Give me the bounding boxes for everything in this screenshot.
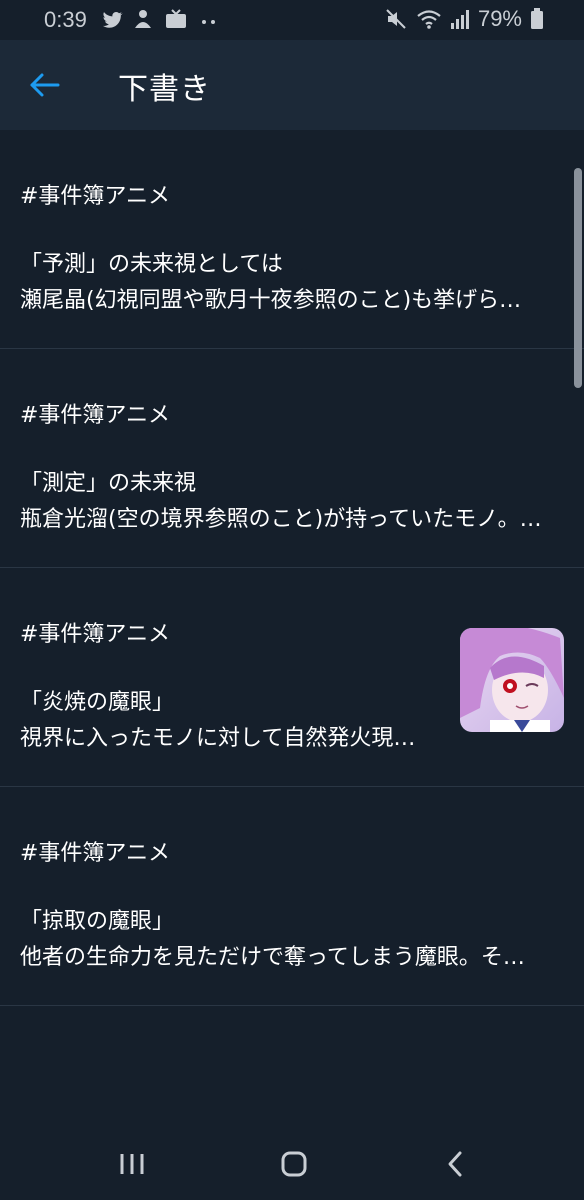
status-right-group: 79% xyxy=(384,6,544,32)
scrollbar[interactable] xyxy=(574,168,582,388)
draft-item[interactable]: #事件簿アニメ 「測定」の未来視 瓶倉光溜(空の境界参照のこと)が持っていたモノ… xyxy=(0,349,584,568)
draft-hashtag: #事件簿アニメ xyxy=(20,184,170,209)
system-nav-bar xyxy=(0,1128,584,1200)
draft-line-2: 瓶倉光溜(空の境界参照のこと)が持っていたモノ。… xyxy=(20,507,542,532)
battery-percent: 79% xyxy=(477,6,522,31)
draft-line-1: 「予測」の未来視としては xyxy=(20,252,283,277)
draft-hashtag: #事件簿アニメ xyxy=(20,622,170,647)
home-icon[interactable] xyxy=(274,1146,314,1182)
wifi-icon xyxy=(417,10,441,29)
draft-line-1: 「掠取の魔眼」 xyxy=(20,909,175,934)
battery-icon xyxy=(531,8,543,29)
draft-line-1: 「炎焼の魔眼」 xyxy=(20,690,175,715)
draft-hashtag: #事件簿アニメ xyxy=(20,403,170,428)
back-arrow-icon[interactable] xyxy=(28,68,62,102)
signal-icon xyxy=(450,10,469,29)
draft-line-2: 瀬尾晶(幻視同盟や歌月十夜参照のこと)も挙げら… xyxy=(20,288,522,313)
draft-line-1: 「測定」の未来視 xyxy=(20,471,197,496)
draft-line-2: 視界に入ったモノに対して自然発火現… xyxy=(20,726,416,751)
page-title: 下書き xyxy=(118,72,211,107)
more-dots-icon xyxy=(202,20,215,24)
draft-item[interactable]: #事件簿アニメ 「掠取の魔眼」 他者の生命力を見ただけで奪ってしまう魔眼。そ… xyxy=(0,787,584,1006)
draft-line-2: 他者の生命力を見ただけで奪ってしまう魔眼。そ… xyxy=(20,945,525,970)
status-time: 0:39 xyxy=(44,7,87,32)
back-nav-icon[interactable] xyxy=(436,1146,476,1182)
notification-icon xyxy=(135,10,151,28)
draft-item[interactable]: #事件簿アニメ 「炎焼の魔眼」 視界に入ったモノに対して自然発火現… xyxy=(0,568,584,787)
twitter-icon xyxy=(102,12,123,28)
drafts-list: #事件簿アニメ 「予測」の未来視としては 瀬尾晶(幻視同盟や歌月十夜参照のこと)… xyxy=(0,130,584,1006)
draft-thumbnail-image xyxy=(460,628,564,732)
draft-hashtag: #事件簿アニメ xyxy=(20,841,170,866)
draft-item[interactable]: #事件簿アニメ 「予測」の未来視としては 瀬尾晶(幻視同盟や歌月十夜参照のこと)… xyxy=(0,130,584,349)
recent-apps-icon[interactable] xyxy=(112,1146,152,1182)
mute-icon xyxy=(386,9,406,29)
tv-icon xyxy=(166,9,186,28)
app-bar: 下書き xyxy=(0,40,584,130)
status-bar: 0:39 79% xyxy=(0,0,584,40)
